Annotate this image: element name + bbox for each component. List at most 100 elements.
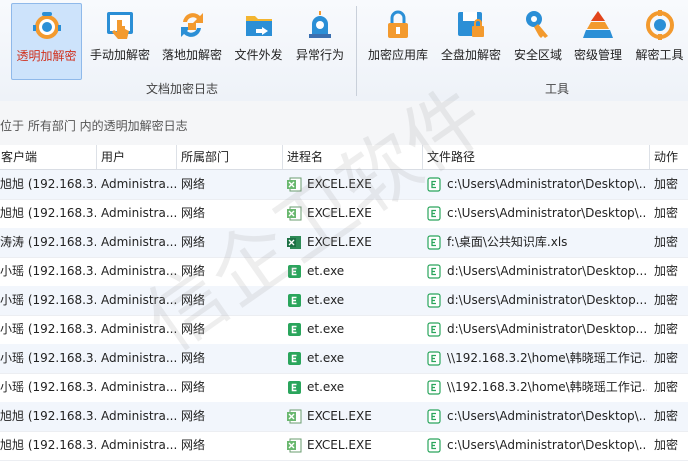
- cell-action: 加密: [654, 351, 679, 365]
- table-header: 客户端 用户 所属部门 进程名 文件路径 动作: [0, 145, 688, 170]
- cell-user: Administra...: [101, 293, 177, 307]
- spreadsheet-file-icon: [427, 322, 441, 337]
- cell-process: EXCEL.EXE: [307, 235, 372, 249]
- et-spreadsheet-icon: [287, 293, 302, 308]
- full-disk-encrypt-button[interactable]: 全盘加解密: [437, 3, 505, 80]
- cell-department: 网络: [181, 235, 206, 249]
- cell-department: 网络: [181, 322, 206, 336]
- col-header-client[interactable]: 客户端: [0, 145, 97, 169]
- breadcrumb: 位于 所有部门 内的透明加解密日志: [0, 101, 688, 146]
- abnormal-behavior-button[interactable]: 异常行为: [292, 3, 348, 80]
- cell-process: et.exe: [307, 293, 345, 307]
- table-row[interactable]: 小瑶 (192.168.3... Administra... 网络 et.exe \\1…: [0, 373, 688, 403]
- table-row[interactable]: 旭旭 (192.168.3... Administra... 网络 EXCEL.EXE…: [0, 199, 688, 229]
- excel-icon: [287, 438, 302, 453]
- button-label: 异常行为: [295, 48, 344, 62]
- cell-client: 旭旭 (192.168.3...: [0, 206, 96, 220]
- pyramid-icon: [583, 11, 613, 38]
- cell-action: 加密: [654, 293, 679, 307]
- spreadsheet-file-icon: [427, 409, 441, 424]
- cell-client: 旭旭 (192.168.3...: [0, 177, 96, 191]
- cell-process: EXCEL.EXE: [307, 177, 372, 191]
- cell-filepath: c:\Users\Administrator\Desktop\...: [447, 177, 647, 191]
- spreadsheet-file-icon: [427, 438, 441, 453]
- col-header-process[interactable]: 进程名: [283, 145, 423, 169]
- button-label: 加密应用库: [367, 48, 428, 62]
- cell-department: 网络: [181, 264, 206, 278]
- cell-process: EXCEL.EXE: [307, 206, 372, 220]
- cell-client: 小瑶 (192.168.3...: [0, 351, 96, 365]
- et-spreadsheet-icon: [287, 264, 302, 279]
- file-send-button[interactable]: 文件外发: [230, 3, 287, 80]
- cell-process: EXCEL.EXE: [307, 409, 372, 423]
- cell-filepath: d:\Users\Administrator\Desktop...: [447, 322, 647, 336]
- excel-icon: [287, 177, 302, 192]
- cell-client: 小瑶 (192.168.3...: [0, 293, 96, 307]
- decrypt-tool-icon: [645, 10, 674, 40]
- button-label: 全盘加解密: [440, 48, 501, 62]
- cell-client: 小瑶 (192.168.3...: [0, 380, 96, 394]
- spreadsheet-file-icon: [427, 293, 441, 308]
- cell-department: 网络: [181, 206, 206, 220]
- group-label-tools: 工具: [545, 82, 570, 96]
- decrypt-tool-button[interactable]: 解密工具: [631, 3, 688, 80]
- cell-client: 小瑶 (192.168.3...: [0, 264, 96, 278]
- table-row[interactable]: 旭旭 (192.168.3... Administra... 网络 EXCEL.EXE…: [0, 402, 688, 432]
- cell-process: et.exe: [307, 380, 345, 394]
- cell-action: 加密: [654, 235, 679, 249]
- et-spreadsheet-icon: [287, 380, 302, 395]
- cell-user: Administra...: [101, 380, 177, 394]
- cell-user: Administra...: [101, 177, 177, 191]
- encrypt-app-library-button[interactable]: 加密应用库: [364, 3, 432, 80]
- cell-department: 网络: [181, 177, 206, 191]
- manual-encrypt-button[interactable]: 手动加解密: [86, 3, 154, 80]
- cell-filepath: f:\桌面\公共知识库.xls: [447, 235, 568, 249]
- button-label: 解密工具: [635, 48, 684, 62]
- cell-action: 加密: [654, 409, 679, 423]
- secure-area-button[interactable]: 安全区域: [510, 3, 566, 80]
- cell-action: 加密: [654, 438, 679, 452]
- hand-pointer-icon: [107, 12, 133, 39]
- button-label: 文件外发: [234, 48, 283, 62]
- cell-client: 涛涛 (192.168.3...: [0, 235, 96, 249]
- et-spreadsheet-icon: [287, 351, 302, 366]
- cell-process: et.exe: [307, 264, 345, 278]
- table-row[interactable]: 小瑶 (192.168.3... Administra... 网络 et.exe d:\…: [0, 257, 688, 287]
- cell-client: 旭旭 (192.168.3...: [0, 409, 96, 423]
- group-separator: [356, 6, 357, 96]
- classification-management-button[interactable]: 密级管理: [570, 3, 626, 80]
- transparent-encrypt-button[interactable]: 透明加解密: [11, 3, 82, 80]
- landing-encrypt-button[interactable]: 落地加解密: [158, 3, 226, 80]
- table-row[interactable]: 涛涛 (192.168.3... Administra... 网络 EXCEL.EXE…: [0, 228, 688, 258]
- cell-action: 加密: [654, 380, 679, 394]
- table-row[interactable]: 旭旭 (192.168.3... Administra... 网络 EXCEL.EXE…: [0, 170, 688, 200]
- excel-icon: [287, 409, 302, 424]
- et-spreadsheet-icon: [287, 322, 302, 337]
- cell-filepath: c:\Users\Administrator\Desktop\...: [447, 409, 647, 423]
- ribbon-toolbar: 透明加解密 手动加解密 落地加解密 文件外发 异常行为 文档加密日志 加密应用库…: [0, 0, 688, 102]
- table-row[interactable]: 小瑶 (192.168.3... Administra... 网络 et.exe d:\…: [0, 286, 688, 316]
- cell-user: Administra...: [101, 322, 177, 336]
- cell-department: 网络: [181, 438, 206, 452]
- button-label: 手动加解密: [89, 48, 150, 62]
- sync-lock-icon: [181, 13, 203, 37]
- col-header-action[interactable]: 动作: [650, 145, 688, 169]
- spreadsheet-file-icon: [427, 380, 441, 395]
- col-header-department[interactable]: 所属部门: [177, 145, 283, 169]
- button-label: 透明加解密: [16, 49, 77, 63]
- cell-user: Administra...: [101, 438, 177, 452]
- disk-lock-icon: [458, 12, 484, 37]
- cell-user: Administra...: [101, 264, 177, 278]
- col-header-user[interactable]: 用户: [97, 145, 177, 169]
- breadcrumb-text: 位于 所有部门 内的透明加解密日志: [0, 119, 188, 133]
- spreadsheet-file-icon: [427, 351, 441, 366]
- cell-filepath: d:\Users\Administrator\Desktop...: [447, 264, 647, 278]
- cell-action: 加密: [654, 206, 679, 220]
- cell-client: 旭旭 (192.168.3...: [0, 438, 96, 452]
- table-row[interactable]: 旭旭 (192.168.3... Administra... 网络 EXCEL.EXE…: [0, 431, 688, 461]
- table-row[interactable]: 小瑶 (192.168.3... Administra... 网络 et.exe d:\…: [0, 315, 688, 345]
- spreadsheet-file-icon: [427, 206, 441, 221]
- col-header-filepath[interactable]: 文件路径: [423, 145, 650, 169]
- table-row[interactable]: 小瑶 (192.168.3... Administra... 网络 et.exe \\1…: [0, 344, 688, 374]
- cell-department: 网络: [181, 409, 206, 423]
